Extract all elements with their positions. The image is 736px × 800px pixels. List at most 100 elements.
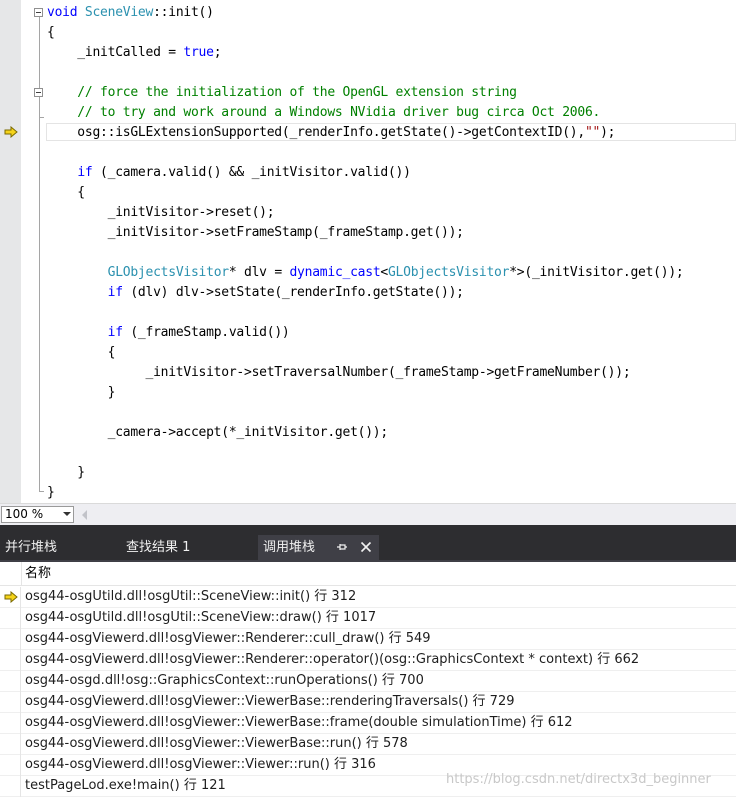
- code-token: <: [380, 265, 388, 280]
- code-line[interactable]: // force the initialization of the OpenG…: [47, 83, 517, 103]
- chevron-down-icon: [63, 512, 71, 516]
- stack-frame-label: osg44-osgViewerd.dll!osgViewer::ViewerBa…: [25, 736, 408, 751]
- tab-parallel-stacks[interactable]: 并行堆栈: [0, 535, 62, 560]
- code-token: {: [47, 25, 55, 40]
- watermark: https://blog.csdn.net/directx3d_beginner: [446, 772, 711, 787]
- stack-frame-label: osg44-osgd.dll!osg::GraphicsContext::run…: [25, 673, 424, 688]
- stack-frame-row[interactable]: osg44-osgUtild.dll!osgUtil::SceneView::i…: [0, 587, 736, 608]
- stack-frame-label: osg44-osgViewerd.dll!osgViewer::Renderer…: [25, 652, 640, 667]
- code-token: // to try and work around a Windows NVid…: [47, 105, 601, 120]
- collapse-comment-toggle[interactable]: [34, 88, 43, 97]
- code-token: SceneView: [84, 5, 154, 20]
- call-stack-list[interactable]: 名称 osg44-osgUtild.dll!osgUtil::SceneView…: [0, 562, 736, 800]
- code-token: *>(_initVisitor.get());: [509, 265, 684, 280]
- stack-frame-indicator: [0, 650, 21, 671]
- code-line[interactable]: // to try and work around a Windows NVid…: [47, 103, 600, 123]
- stack-frame-indicator: [0, 755, 21, 776]
- code-token: }: [47, 385, 116, 400]
- code-token: osg::isGLExtensionSupported(_renderInfo.…: [47, 125, 585, 140]
- code-token: _initCalled =: [47, 45, 184, 60]
- stack-frame-indicator: [0, 734, 21, 755]
- column-header-row: 名称: [0, 562, 736, 586]
- outline-end: [39, 491, 44, 492]
- stack-frame-label: osg44-osgUtild.dll!osgUtil::SceneView::i…: [25, 589, 357, 604]
- code-line[interactable]: void SceneView::init(): [47, 3, 214, 23]
- stack-frame-row[interactable]: osg44-osgViewerd.dll!osgViewer::ViewerBa…: [0, 734, 736, 755]
- code-line[interactable]: _initCalled = true;: [47, 43, 221, 63]
- code-line[interactable]: _initVisitor->reset();: [47, 203, 275, 223]
- code-token: "": [584, 125, 601, 140]
- code-token: _initVisitor->reset();: [47, 205, 275, 220]
- code-token: {: [47, 185, 85, 200]
- code-line[interactable]: }: [47, 463, 85, 483]
- code-token: GLObjectsVisitor: [107, 265, 229, 280]
- code-editor[interactable]: void SceneView::init(){ _initCalled = tr…: [0, 0, 736, 503]
- code-line[interactable]: osg::isGLExtensionSupported(_renderInfo.…: [47, 123, 615, 143]
- outlining-margin: [21, 0, 41, 503]
- code-token: if: [107, 285, 123, 300]
- code-token: ::init(): [153, 5, 214, 20]
- zoom-level-value: 100 %: [5, 507, 44, 521]
- code-line[interactable]: if (dlv) dlv->setState(_renderInfo.getSt…: [47, 283, 464, 303]
- stack-frame-indicator: [0, 608, 21, 629]
- stack-frame-label: testPageLod.exe!main() 行 121: [25, 778, 226, 793]
- stack-frame-label: osg44-osgUtild.dll!osgUtil::SceneView::d…: [25, 610, 377, 625]
- code-token: }: [47, 465, 85, 480]
- code-line[interactable]: _camera->accept(*_initVisitor.get());: [47, 423, 389, 443]
- code-token: true: [183, 45, 214, 60]
- stack-frame-row[interactable]: osg44-osgViewerd.dll!osgViewer::Renderer…: [0, 650, 736, 671]
- code-line[interactable]: {: [47, 183, 85, 203]
- stack-frame-row[interactable]: osg44-osgUtild.dll!osgUtil::SceneView::d…: [0, 608, 736, 629]
- code-line[interactable]: _initVisitor->setFrameStamp(_frameStamp.…: [47, 223, 464, 243]
- stack-frame-indicator: [0, 671, 21, 692]
- stack-frame-indicator: [0, 776, 21, 797]
- code-line[interactable]: GLObjectsVisitor* dlv = dynamic_cast<GLO…: [47, 263, 684, 283]
- stack-frame-label: osg44-osgViewerd.dll!osgViewer::Renderer…: [25, 631, 431, 646]
- code-token: _initVisitor->setTraversalNumber(_frameS…: [47, 365, 631, 380]
- indicator-margin[interactable]: [0, 0, 21, 503]
- stack-frame-row[interactable]: osg44-osgd.dll!osg::GraphicsContext::run…: [0, 671, 736, 692]
- stack-frame-row[interactable]: osg44-osgViewerd.dll!osgViewer::ViewerBa…: [0, 692, 736, 713]
- scroll-left-arrow-icon[interactable]: [82, 510, 87, 520]
- stack-frame-row[interactable]: osg44-osgViewerd.dll!osgViewer::ViewerBa…: [0, 713, 736, 734]
- code-line[interactable]: {: [47, 343, 116, 363]
- code-token: * dlv =: [228, 265, 290, 280]
- code-line[interactable]: _initVisitor->setTraversalNumber(_frameS…: [47, 363, 630, 383]
- editor-status-strip: 100 %: [0, 503, 736, 525]
- horizontal-scrollbar[interactable]: [94, 508, 730, 521]
- code-line[interactable]: }: [47, 383, 116, 403]
- outline-end: [39, 117, 44, 118]
- tab-call-stack[interactable]: 调用堆栈: [258, 535, 320, 560]
- next-statement-arrow-icon: [4, 126, 18, 138]
- code-token: (_camera.valid() && _initVisitor.valid()…: [92, 165, 411, 180]
- code-token: dynamic_cast: [289, 265, 381, 280]
- code-line[interactable]: {: [47, 23, 55, 43]
- tab-find-results-1[interactable]: 查找结果 1: [121, 535, 195, 560]
- code-token: _camera->accept(*_initVisitor.get());: [47, 425, 389, 440]
- indicator-column-header: [0, 562, 22, 585]
- code-line[interactable]: }: [47, 483, 55, 503]
- code-token: );: [600, 125, 616, 140]
- code-line[interactable]: if (_camera.valid() && _initVisitor.vali…: [47, 163, 411, 183]
- code-line[interactable]: if (_frameStamp.valid()): [47, 323, 290, 343]
- code-token: ;: [213, 45, 222, 60]
- zoom-level-dropdown[interactable]: 100 %: [1, 506, 74, 523]
- code-token: _initVisitor->setFrameStamp(_frameStamp.…: [47, 225, 464, 240]
- code-token: if: [77, 165, 93, 180]
- column-header-name[interactable]: 名称: [25, 564, 51, 584]
- code-token: if: [107, 325, 123, 340]
- tool-window-tab-strip: 并行堆栈 查找结果 1 调用堆栈: [0, 525, 736, 562]
- collapse-function-toggle[interactable]: [34, 8, 43, 17]
- stack-frame-label: osg44-osgViewerd.dll!osgViewer::Viewer::…: [25, 757, 376, 772]
- stack-frame-row[interactable]: osg44-osgViewerd.dll!osgViewer::Renderer…: [0, 629, 736, 650]
- code-token: (_frameStamp.valid()): [122, 325, 290, 340]
- code-token: }: [47, 485, 55, 500]
- close-icon[interactable]: [360, 541, 372, 553]
- pin-icon[interactable]: [336, 541, 348, 553]
- code-token: GLObjectsVisitor: [387, 265, 510, 280]
